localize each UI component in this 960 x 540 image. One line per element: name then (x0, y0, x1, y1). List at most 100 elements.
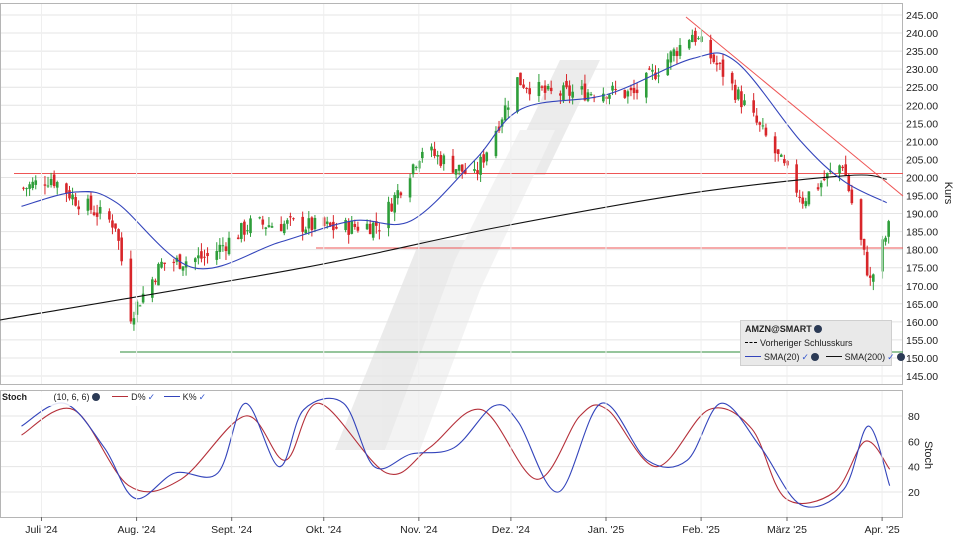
candle-body (657, 75, 660, 77)
candle-body (356, 226, 360, 231)
candle-body (151, 279, 154, 298)
candle-body (378, 230, 381, 232)
candle-body (865, 251, 869, 276)
candle-body (240, 223, 243, 239)
candle-body (114, 223, 117, 229)
legend-sma20: SMA(20) (764, 352, 800, 362)
check-icon[interactable]: ✓ (199, 392, 207, 402)
x-tick-label: Apr. '25 (864, 524, 899, 536)
candle-body (218, 244, 222, 252)
candle-body (215, 250, 219, 260)
candle-body (758, 122, 762, 125)
check-icon[interactable]: ✓ (148, 392, 156, 402)
candle-body (286, 220, 289, 224)
candle-body (568, 85, 571, 96)
candle-body (761, 125, 765, 127)
x-tick-label: Juli '24 (25, 524, 58, 536)
price-tick-label: 220.00 (906, 100, 938, 112)
stoch-title: Stoch (2, 392, 28, 402)
candle-body (200, 251, 203, 259)
globe-icon[interactable] (811, 353, 820, 361)
price-axis-title: Kurs (942, 182, 954, 205)
candle-body (862, 238, 866, 250)
candle-body (675, 51, 679, 57)
candle-body (807, 191, 811, 205)
candle-body (267, 225, 271, 227)
stoch-tick-label: 60 (908, 436, 920, 448)
candle-body (614, 88, 617, 90)
x-tick-label: Nov. '24 (400, 524, 438, 536)
candle-body (454, 169, 458, 175)
stoch-legend: Stoch (10, 6, 6) D% ✓ K% ✓ (2, 392, 207, 406)
stoch-tick-label: 80 (908, 411, 920, 423)
check-icon[interactable]: ✓ (802, 352, 810, 362)
x-tick-label: Okt. '24 (306, 524, 342, 536)
candle-body (163, 262, 166, 265)
price-tick-label: 235.00 (906, 46, 938, 58)
stoch-tick-label: 40 (908, 462, 920, 474)
candle-body (589, 94, 593, 96)
candle-body (580, 86, 584, 90)
candle-body (451, 155, 455, 173)
candle-body (111, 220, 114, 228)
candle-body (181, 266, 185, 271)
candle-body (773, 136, 777, 154)
candle-body (160, 261, 163, 268)
legend-sma200: SMA(200) (844, 352, 886, 362)
price-tick-label: 155.00 (906, 335, 938, 347)
candle-body (841, 166, 844, 169)
price-y-axis: 145.00 150.00 155.00 160.00 165.00 170.00 175.… (906, 10, 938, 383)
candle-body (872, 274, 875, 282)
candle-body (436, 154, 439, 157)
candle-body (246, 230, 249, 232)
globe-icon[interactable] (896, 353, 905, 361)
x-tick-label: März '25 (767, 524, 807, 536)
candle-body (721, 59, 725, 77)
candle-body (371, 222, 375, 238)
candle-body (328, 222, 332, 226)
price-tick-label: 190.00 (906, 209, 938, 221)
stoch-axis-title: Stoch (922, 441, 934, 469)
price-tick-label: 185.00 (906, 227, 938, 239)
candle-body (838, 165, 841, 174)
x-tick-label: Jan. '25 (588, 524, 625, 536)
candle-body (482, 154, 485, 163)
candle-body (485, 152, 489, 162)
price-tick-label: 180.00 (906, 245, 938, 257)
candle-body (583, 83, 587, 101)
candle-body (562, 85, 565, 101)
candle-body (816, 187, 820, 190)
globe-icon[interactable] (91, 393, 100, 401)
check-icon[interactable]: ✓ (887, 352, 895, 362)
candle-body (623, 90, 627, 98)
candle-body (516, 77, 519, 112)
candle-body (310, 217, 314, 231)
candle-body (68, 190, 71, 199)
dashed-line-swatch (745, 342, 757, 343)
price-tick-label: 230.00 (906, 64, 938, 76)
candle-body (396, 190, 400, 199)
candle-body (25, 188, 28, 190)
legend-symbol: AMZN@SMART (745, 324, 812, 334)
candle-body (289, 216, 292, 218)
candle-body (282, 223, 286, 234)
legend-prev-close: Vorheriger Schlusskurs (760, 338, 853, 348)
globe-icon[interactable] (813, 325, 822, 333)
price-tick-label: 150.00 (906, 353, 938, 365)
candle-body (740, 91, 743, 108)
candle-body (887, 221, 890, 237)
candle-body (120, 237, 123, 262)
candle-body (236, 237, 240, 240)
candle-body (98, 206, 102, 214)
legend-prev-close-row: Vorheriger Schlusskurs (745, 338, 853, 348)
candle-body (752, 100, 755, 113)
candle-body (460, 164, 464, 172)
candle-body (258, 217, 262, 219)
candle-body (365, 223, 369, 230)
price-tick-label: 175.00 (906, 263, 938, 275)
candle-body (549, 87, 553, 92)
candle-body (715, 62, 719, 65)
candle-body (335, 226, 338, 229)
candle-body (117, 229, 120, 241)
candle-body (270, 226, 274, 228)
